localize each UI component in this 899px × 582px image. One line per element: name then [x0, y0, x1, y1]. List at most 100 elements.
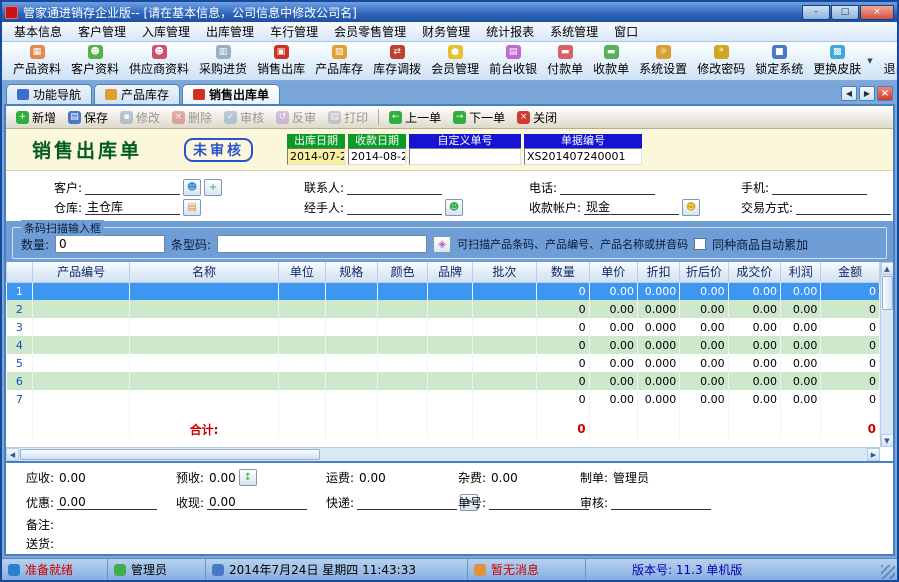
tab-close-button[interactable]: ×: [877, 86, 893, 101]
menu-item[interactable]: 入库管理: [134, 22, 198, 41]
toolbar-button-会员管理[interactable]: ●会员管理: [426, 43, 484, 80]
toolbar-button-锁定系统[interactable]: ■锁定系统: [750, 43, 808, 80]
customer-add-button[interactable]: +: [204, 179, 222, 196]
column-header-数量[interactable]: 数量: [537, 262, 589, 282]
maximize-button[interactable]: □: [831, 5, 859, 20]
custom-order-no-value[interactable]: [409, 148, 521, 165]
warehouse-field-value[interactable]: 主仓库: [85, 200, 180, 215]
payment-date-value[interactable]: 2014-08-23: [348, 148, 406, 165]
minimize-button[interactable]: –: [802, 5, 830, 20]
tracking-no-field-value[interactable]: [489, 495, 589, 510]
toolbar-button-供应商资料[interactable]: ☻供应商资料: [124, 43, 194, 80]
column-header-单位[interactable]: 单位: [279, 262, 325, 282]
menu-item[interactable]: 统计报表: [478, 22, 542, 41]
menu-item[interactable]: 系统管理: [542, 22, 606, 41]
column-header-折后价[interactable]: 折后价: [680, 262, 728, 282]
toolbar-button-产品库存[interactable]: ▧产品库存: [310, 43, 368, 80]
handler-field-value[interactable]: [347, 200, 442, 215]
column-header-规格[interactable]: 规格: [325, 262, 377, 282]
scroll-down-icon[interactable]: ▼: [881, 434, 894, 447]
form-button-保存[interactable]: ▤保存: [62, 108, 114, 127]
discount-field-value[interactable]: 0.00: [57, 495, 157, 510]
refresh-prepaid-button[interactable]: ↕: [239, 469, 257, 486]
menu-item[interactable]: 财务管理: [414, 22, 478, 41]
menu-item[interactable]: 窗口: [606, 22, 646, 41]
account-field-value[interactable]: 现金: [584, 200, 679, 215]
column-header-折扣[interactable]: 折扣: [637, 262, 679, 282]
column-header-金额[interactable]: 金额: [821, 262, 880, 282]
handler-lookup-button[interactable]: ☻: [445, 199, 463, 216]
horizontal-scroll-thumb[interactable]: [20, 449, 320, 460]
form-button-关闭[interactable]: ×关闭: [511, 108, 563, 127]
horizontal-scrollbar[interactable]: ◀ ▶: [6, 447, 880, 461]
close-button[interactable]: ×: [860, 5, 894, 20]
table-row[interactable]: 500.000.0000.000.000.000: [7, 354, 880, 372]
table-row[interactable]: 300.000.0000.000.000.000: [7, 318, 880, 336]
menu-item[interactable]: 车行管理: [262, 22, 326, 41]
vertical-scroll-thumb[interactable]: [882, 276, 893, 310]
menu-item[interactable]: 会员零售管理: [326, 22, 414, 41]
customer-field-value[interactable]: [85, 180, 180, 195]
customer-lookup-button[interactable]: ☻: [183, 179, 201, 196]
column-header-批次[interactable]: 批次: [472, 262, 537, 282]
vertical-scrollbar[interactable]: ▲ ▼: [880, 262, 893, 447]
table-row[interactable]: 400.000.0000.000.000.000: [7, 336, 880, 354]
toolbar-button-付款单[interactable]: ▬付款单: [542, 43, 588, 80]
column-header-名称[interactable]: 名称: [129, 262, 278, 282]
toolbar-button-修改密码[interactable]: *修改密码: [692, 43, 750, 80]
trade-type-field-value[interactable]: [796, 200, 891, 215]
toolbar-button-前台收银[interactable]: ▤前台收银: [484, 43, 542, 80]
express-field-value[interactable]: [357, 495, 457, 510]
toolbar-button-采购进货[interactable]: ▥采购进货: [194, 43, 252, 80]
table-row[interactable]: 100.000.0000.000.000.000: [7, 282, 880, 300]
column-header-颜色[interactable]: 颜色: [377, 262, 427, 282]
toolbar-button-库存调拨[interactable]: ⇄库存调拨: [368, 43, 426, 80]
account-lookup-button[interactable]: ☻: [682, 199, 700, 216]
warehouse-lookup-button[interactable]: ▤: [183, 199, 201, 216]
outbound-date-value[interactable]: 2014-07-24: [287, 148, 345, 165]
cash-received-field-value[interactable]: 0.00: [207, 495, 307, 510]
table-row[interactable]: 600.000.0000.000.000.000: [7, 372, 880, 390]
phone-field-value[interactable]: [560, 180, 655, 195]
column-header-成交价[interactable]: 成交价: [728, 262, 780, 282]
delivery-input[interactable]: [58, 537, 883, 551]
scroll-left-icon[interactable]: ◀: [6, 448, 19, 461]
form-button-上一单[interactable]: ←上一单: [383, 108, 447, 127]
table-row[interactable]: 200.000.0000.000.000.000: [7, 300, 880, 318]
column-header-产品编号[interactable]: 产品编号: [33, 262, 130, 282]
column-header-品牌[interactable]: 品牌: [428, 262, 472, 282]
menu-item[interactable]: 客户管理: [70, 22, 134, 41]
column-header-单价[interactable]: 单价: [589, 262, 637, 282]
barcode-search-button[interactable]: ◈: [433, 236, 451, 253]
tab-销售出库单[interactable]: 销售出库单: [182, 84, 280, 104]
column-header[interactable]: [7, 262, 33, 282]
mobile-field-value[interactable]: [772, 180, 867, 195]
toolbar-button-收款单[interactable]: ▬收款单: [588, 43, 634, 80]
scroll-right-icon[interactable]: ▶: [867, 448, 880, 461]
tab-scroll-right-button[interactable]: ▶: [859, 86, 875, 101]
order-no-value[interactable]: XS201407240001: [524, 148, 642, 165]
toolbar-button-产品资料[interactable]: ▦产品资料: [8, 43, 66, 80]
toolbar-button-更换皮肤[interactable]: ▩更换皮肤▼: [808, 43, 872, 80]
title-bar[interactable]: 管家通进销存企业版-- [请在基本信息，公司信息中修改公司名] –□×: [2, 2, 897, 22]
form-button-下一单[interactable]: →下一单: [447, 108, 511, 127]
remark-input[interactable]: [58, 518, 883, 532]
dropdown-arrow-icon[interactable]: ▼: [867, 57, 872, 65]
form-button-新增[interactable]: +新增: [10, 108, 62, 127]
auditor-field-value[interactable]: [611, 495, 711, 510]
resize-grip[interactable]: [881, 565, 895, 579]
toolbar-button-系统设置[interactable]: ☼系统设置: [634, 43, 692, 80]
toolbar-button-客户资料[interactable]: ☻客户资料: [66, 43, 124, 80]
menu-item[interactable]: 基本信息: [6, 22, 70, 41]
contact-field-value[interactable]: [347, 180, 442, 195]
barcode-input[interactable]: [217, 235, 427, 253]
tab-功能导航[interactable]: 功能导航: [6, 84, 92, 104]
tab-scroll-left-button[interactable]: ◀: [841, 86, 857, 101]
toolbar-button-销售出库[interactable]: ▣销售出库: [252, 43, 310, 80]
table-row[interactable]: 700.000.0000.000.000.000: [7, 390, 880, 408]
toolbar-button-退出系统[interactable]: ⌂退出系统: [879, 43, 897, 80]
tab-产品库存[interactable]: 产品库存: [94, 84, 180, 104]
barcode-qty-input[interactable]: [55, 235, 165, 253]
auto-accumulate-checkbox[interactable]: [694, 238, 706, 250]
scroll-up-icon[interactable]: ▲: [881, 262, 894, 275]
